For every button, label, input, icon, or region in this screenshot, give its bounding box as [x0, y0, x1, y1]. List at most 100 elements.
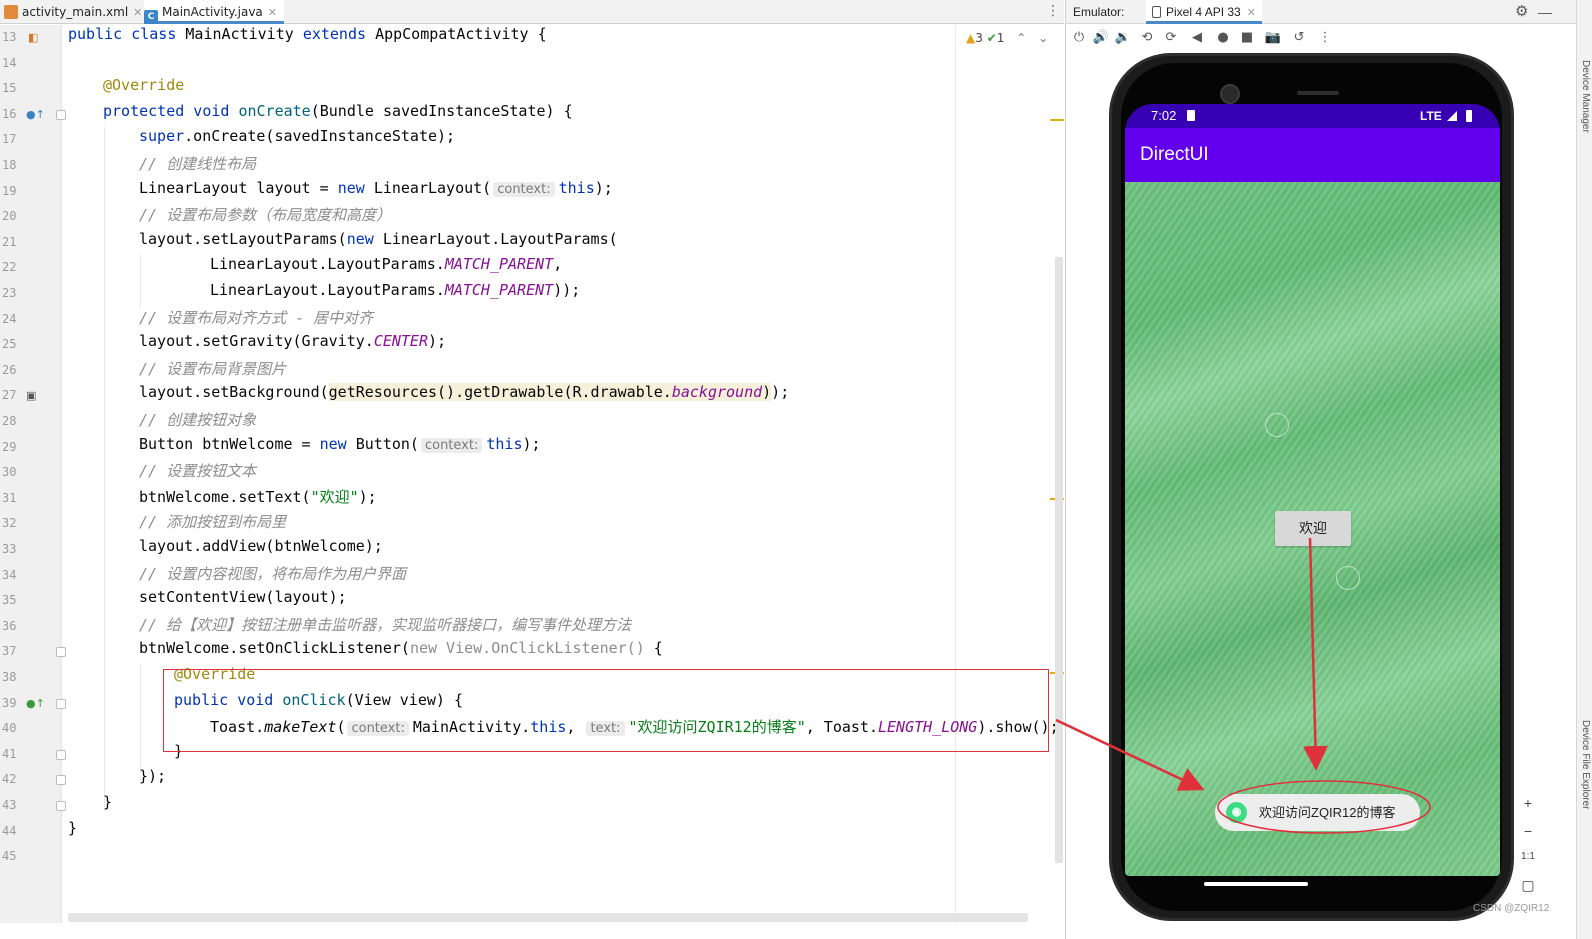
fold-marker[interactable] — [56, 801, 66, 811]
more-vertical-icon[interactable]: ⋮ — [1316, 29, 1334, 47]
line-number: 42 — [2, 772, 17, 787]
line-number: 15 — [2, 81, 17, 96]
inspection-widget[interactable]: ▲3 ✔1 ⌃ ⌄ — [966, 31, 1048, 45]
line-number: 17 — [2, 132, 17, 147]
line-number: 41 — [2, 746, 17, 761]
network-type: LTE — [1420, 109, 1442, 123]
line-number: 24 — [2, 311, 17, 326]
tab-label: activity_main.xml — [22, 5, 129, 19]
zoom-in-button[interactable]: + — [1514, 795, 1542, 819]
java-class-icon: C — [144, 10, 158, 24]
code-line: layout.setLayoutParams(new LinearLayout.… — [139, 229, 618, 248]
line-number: 35 — [2, 593, 17, 608]
zoom-actual-size-button[interactable]: 1:1 — [1514, 851, 1542, 875]
rotate-right-icon[interactable]: ⟳ — [1162, 29, 1180, 47]
line-number: 43 — [2, 798, 17, 812]
watermark: CSDN @ZQIR12 — [1473, 903, 1550, 914]
line-number: 18 — [2, 158, 17, 172]
minimize-icon[interactable]: — — [1538, 0, 1552, 24]
emulator-header: Emulator: Pixel 4 API 33 ✕ ⚙ — — [1066, 0, 1576, 24]
tab-activity-main-xml[interactable]: activity_main.xml ✕ — [4, 0, 142, 24]
code-comment: // 设置布局对齐方式 - 居中对齐 — [139, 308, 374, 327]
phone-icon — [1152, 6, 1161, 18]
annotation-arrow — [1302, 537, 1328, 771]
line-number: 34 — [2, 567, 17, 582]
status-bar: 7:02 LTE — [1125, 104, 1500, 128]
tab-mainactivity-java[interactable]: C MainActivity.java ✕ — [144, 0, 284, 24]
side-tool-label[interactable]: Device File Explorer — [1579, 720, 1591, 809]
line-number: 20 — [2, 209, 17, 224]
fold-marker[interactable] — [56, 749, 66, 760]
code-line: }); — [139, 767, 167, 786]
horizontal-scrollbar[interactable] — [68, 913, 1028, 922]
snapshot-icon[interactable]: ↺ — [1290, 29, 1308, 47]
override-method-icon[interactable]: ●↑ — [26, 108, 45, 121]
power-icon[interactable]: ⏻ — [1070, 29, 1088, 47]
code-comment: // 设置内容视图，将布局作为用户界面 — [139, 564, 407, 583]
device-tab[interactable]: Pixel 4 API 33 ✕ — [1146, 0, 1262, 24]
code-comment: // 给【欢迎】按钮注册单击监听器，实现监听器接口，编写事件处理方法 — [139, 615, 632, 634]
line-number: 14 — [2, 55, 17, 70]
implement-method-icon[interactable]: ●↑ — [26, 697, 45, 710]
line-number: 33 — [2, 542, 17, 556]
fold-marker[interactable] — [56, 109, 66, 120]
overview-icon[interactable]: ■ — [1238, 29, 1256, 47]
chevron-down-icon[interactable]: ⌄ — [1038, 31, 1048, 45]
signal-icon — [1447, 111, 1457, 121]
code-editor[interactable]: 13 14 15 16 17 18 19 20 21 22 23 24 25 26 27 28 29 30 31 32… — [0, 25, 1064, 939]
rotate-left-icon[interactable]: ⟲ — [1138, 29, 1156, 47]
code-line: layout.setGravity(Gravity.CENTER); — [139, 332, 447, 351]
fold-marker[interactable] — [56, 775, 66, 786]
line-number: 27 — [2, 388, 17, 403]
emulator-toolbar: ⏻ 🔊 🔉 ⟲ ⟳ ◀ ● ■ 📷 ↺ ⋮ — [1066, 27, 1576, 51]
code-line: LinearLayout layout = new LinearLayout(c… — [139, 178, 613, 197]
side-tool-label[interactable]: Device Manager — [1579, 60, 1591, 133]
ide-window: activity_main.xml ✕ C MainActivity.java ✕ ⋮… — [0, 0, 1592, 939]
code-line: super.onCreate(savedInstanceState); — [139, 127, 456, 146]
back-icon[interactable]: ◀ — [1188, 29, 1206, 47]
code-comment: // 设置按钮文本 — [139, 462, 257, 481]
code-area[interactable]: public class MainActivity extends AppCom… — [68, 25, 1059, 923]
annotation-arrows — [1055, 537, 1431, 834]
line-number: 31 — [2, 490, 17, 505]
gear-icon[interactable]: ⚙ — [1515, 0, 1528, 24]
camera-icon[interactable]: 📷 — [1264, 29, 1282, 47]
volume-up-icon[interactable]: 🔊 — [1092, 29, 1110, 47]
close-icon[interactable]: ✕ — [268, 6, 277, 19]
image-resource-icon[interactable]: ▣ — [26, 390, 36, 402]
line-number: 19 — [2, 183, 17, 198]
fold-marker[interactable] — [56, 698, 66, 709]
zoom-out-button[interactable]: − — [1514, 823, 1542, 847]
fold-marker[interactable] — [56, 647, 66, 658]
right-tool-strip: Device Manager Device File Explorer — [1576, 0, 1592, 939]
volume-down-icon[interactable]: 🔉 — [1114, 29, 1132, 47]
line-number: 23 — [2, 286, 17, 300]
close-icon[interactable]: ✕ — [133, 6, 142, 19]
line-number: 26 — [2, 362, 17, 377]
code-comment: // 创建线性布局 — [139, 155, 257, 173]
code-comment: // 设置布局参数（布局宽度和高度） — [139, 206, 392, 225]
app-title-bar: DirectUI — [1125, 128, 1500, 182]
code-line: @Override — [103, 76, 185, 95]
front-camera — [1220, 84, 1240, 104]
code-line: LinearLayout.LayoutParams.MATCH_PARENT))… — [210, 281, 581, 299]
gesture-home-bar[interactable] — [1204, 882, 1308, 886]
close-icon[interactable]: ✕ — [1247, 7, 1256, 19]
code-line: btnWelcome.setOnClickListener(new View.O… — [139, 639, 663, 658]
more-vertical-icon[interactable]: ⋮ — [1046, 3, 1060, 19]
chevron-up-icon[interactable]: ⌃ — [1016, 31, 1026, 45]
warning-marker[interactable] — [1050, 119, 1064, 121]
line-number: 45 — [2, 849, 17, 864]
line-number: 28 — [2, 414, 17, 428]
zoom-controls: + − 1:1 ▢ — [1514, 795, 1544, 905]
line-number: 29 — [2, 439, 17, 454]
home-icon[interactable]: ● — [1214, 29, 1232, 47]
annotation-ellipse — [1217, 780, 1431, 834]
parameter-hint: context: — [493, 181, 555, 197]
layout-file-icon[interactable]: ◧ — [28, 32, 38, 44]
highlight-annotation-box — [163, 669, 1049, 752]
code-line: setContentView(layout); — [139, 588, 347, 607]
fit-screen-icon[interactable]: ▢ — [1514, 877, 1542, 901]
parameter-hint: context: — [420, 437, 483, 453]
line-number: 21 — [2, 234, 17, 249]
